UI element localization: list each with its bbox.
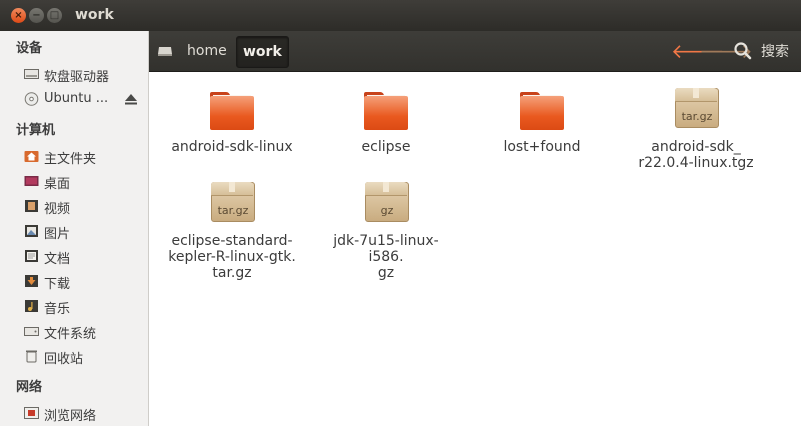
archive-badge: gz	[380, 204, 394, 217]
eject-icon[interactable]	[124, 92, 138, 106]
close-button[interactable]: ×	[11, 8, 26, 23]
section-computer: 计算机	[16, 123, 56, 138]
sidebar-item-videos[interactable]: 视频	[24, 196, 148, 217]
sidebar-item-music[interactable]: 音乐	[24, 296, 148, 317]
music-icon	[25, 300, 38, 312]
sidebar-item-ubuntu[interactable]: Ubuntu ...	[24, 89, 148, 109]
file-view: android-sdk-linux eclipse lost+found tar…	[149, 72, 801, 426]
sidebar-item-label: 软盘驱动器	[44, 70, 110, 85]
sidebar: 设备 软盘驱动器 Ubuntu ... 计算机 主文件夹 桌面 视频 图片 文档…	[0, 31, 149, 426]
file-name: eclipse-standard- kepler-R-linux-gtk. ta…	[168, 233, 296, 281]
sidebar-item-pictures[interactable]: 图片	[24, 221, 148, 242]
breadcrumb-home[interactable]: home	[181, 36, 233, 66]
sidebar-item-downloads[interactable]: 下载	[24, 271, 148, 292]
sidebar-item-filesystem[interactable]: 文件系统	[24, 321, 148, 342]
trash-icon	[26, 350, 37, 363]
sidebar-item-label: Ubuntu ...	[44, 91, 109, 106]
section-network: 网络	[16, 380, 43, 395]
breadcrumb-work[interactable]: work	[236, 36, 289, 68]
floppy-drive-icon	[24, 69, 39, 79]
file-item[interactable]: tar.gz eclipse-standard- kepler-R-linux-…	[162, 180, 302, 281]
file-item[interactable]: gz jdk-7u15-linux-i586. gz	[316, 180, 456, 281]
sidebar-item-label: 回收站	[44, 352, 84, 367]
maximize-button[interactable]: □	[47, 8, 62, 23]
file-name: android-sdk_ r22.0.4-linux.tgz	[638, 139, 754, 171]
desktop-icon	[24, 176, 39, 186]
sidebar-item-label: 视频	[44, 202, 71, 217]
search-icon[interactable]	[733, 41, 753, 61]
sidebar-item-desktop[interactable]: 桌面	[24, 171, 148, 192]
archive-badge: tar.gz	[681, 110, 713, 123]
archive-icon: gz	[362, 180, 410, 226]
sidebar-item-label: 文档	[44, 252, 71, 267]
sidebar-item-documents[interactable]: 文档	[24, 246, 148, 267]
search-button-label[interactable]: 搜索	[761, 41, 789, 61]
folder-icon	[208, 86, 256, 132]
file-name: jdk-7u15-linux-i586. gz	[333, 233, 439, 281]
forward-button[interactable]: 🡒	[699, 40, 753, 62]
downloads-icon	[25, 275, 38, 287]
file-item[interactable]: tar.gz android-sdk_ r22.0.4-linux.tgz	[626, 86, 766, 171]
sidebar-item-home[interactable]: 主文件夹	[24, 146, 148, 167]
window-title: work	[75, 7, 114, 23]
section-devices: 设备	[16, 41, 43, 56]
file-item[interactable]: eclipse	[316, 86, 456, 155]
toolbar: home work 🡐 🡒 搜索	[149, 31, 801, 72]
pictures-icon	[25, 225, 38, 237]
archive-icon: tar.gz	[672, 86, 720, 132]
sidebar-item-trash[interactable]: 回收站	[24, 346, 148, 367]
file-name: android-sdk-linux	[171, 139, 293, 155]
home-folder-icon	[24, 151, 39, 162]
folder-icon	[362, 86, 410, 132]
sidebar-item-label: 主文件夹	[44, 152, 97, 167]
archive-badge: tar.gz	[217, 204, 249, 217]
minimize-button[interactable]: −	[29, 8, 44, 23]
filesystem-icon	[24, 327, 39, 336]
title-bar: × − □ work	[0, 0, 801, 31]
file-name: lost+found	[503, 139, 581, 155]
drive-icon[interactable]	[157, 43, 173, 59]
disc-icon	[24, 92, 39, 106]
file-name: eclipse	[361, 139, 411, 155]
sidebar-item-label: 下载	[44, 277, 71, 292]
archive-icon: tar.gz	[208, 180, 256, 226]
sidebar-item-label: 浏览网络	[44, 409, 97, 424]
network-icon	[24, 407, 39, 419]
sidebar-item-label: 桌面	[44, 177, 71, 192]
file-item[interactable]: lost+found	[472, 86, 612, 155]
sidebar-item-label: 音乐	[44, 302, 71, 317]
documents-icon	[25, 250, 38, 262]
video-icon	[25, 200, 38, 212]
sidebar-item-floppy[interactable]: 软盘驱动器	[24, 64, 148, 85]
sidebar-item-label: 图片	[44, 227, 71, 242]
sidebar-item-browse-network[interactable]: 浏览网络	[24, 403, 148, 424]
back-button[interactable]: 🡐	[671, 40, 725, 62]
folder-icon	[518, 86, 566, 132]
file-item[interactable]: android-sdk-linux	[162, 86, 302, 155]
sidebar-item-label: 文件系统	[44, 327, 97, 342]
